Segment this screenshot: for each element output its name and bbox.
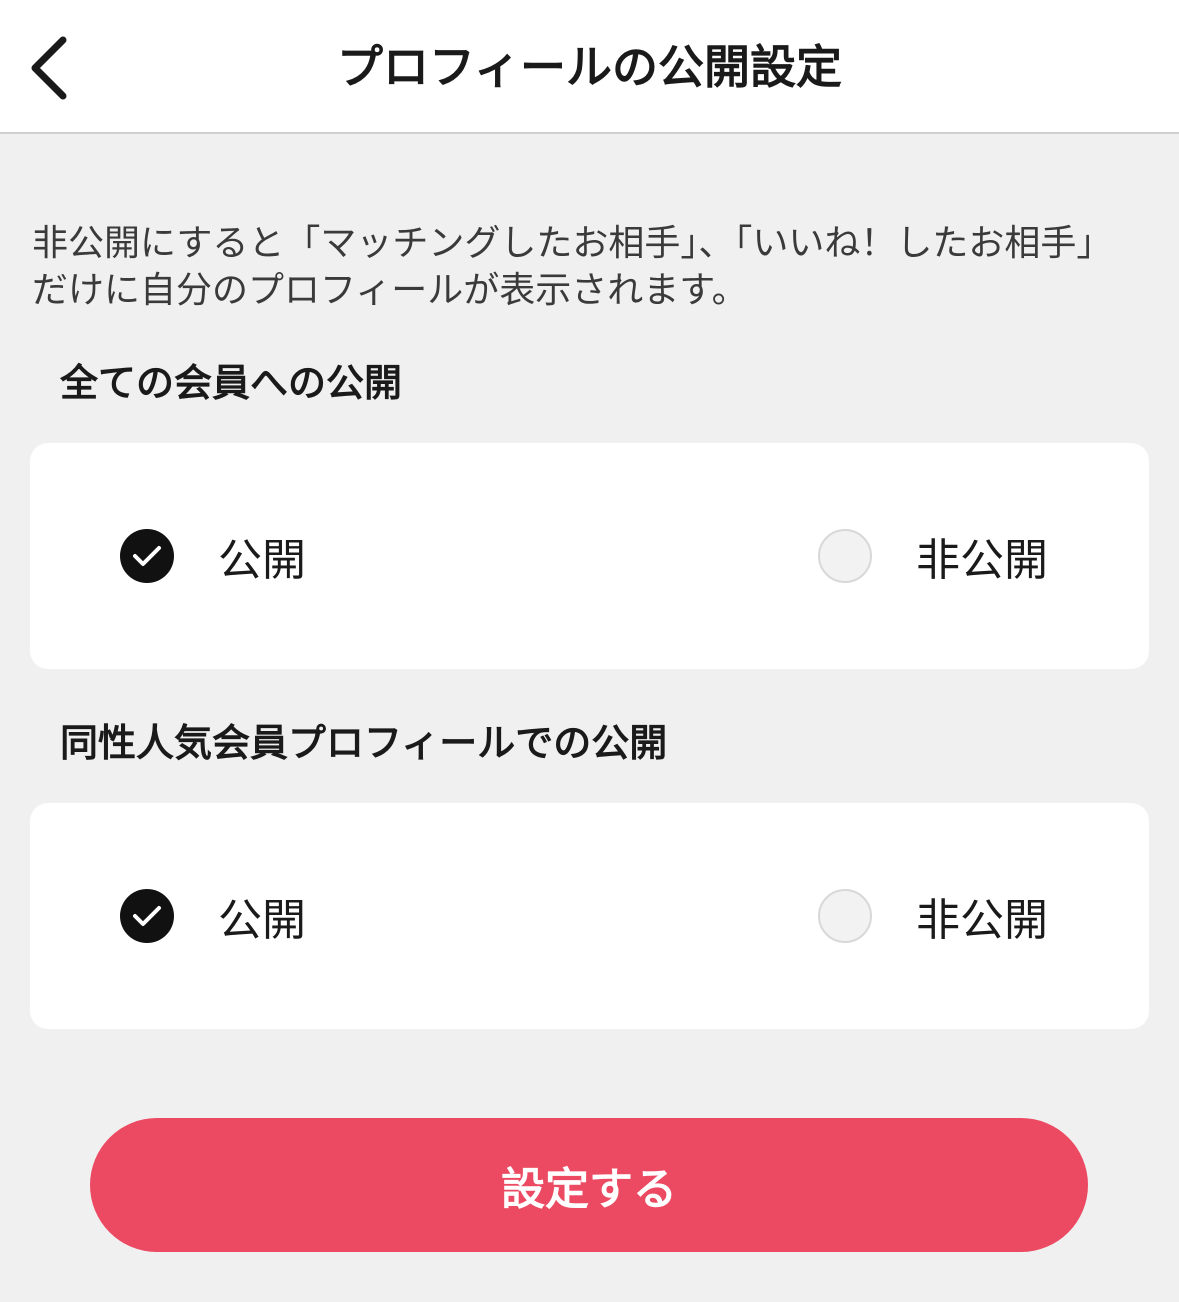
back-button[interactable] — [14, 28, 84, 108]
option-private-all-members[interactable]: 非公開 — [818, 443, 1048, 669]
check-icon — [133, 546, 161, 566]
option-label: 公開 — [218, 895, 306, 946]
radio-unchecked[interactable] — [818, 889, 872, 943]
radio-checked[interactable] — [120, 529, 174, 583]
option-label: 非公開 — [916, 535, 1048, 586]
chevron-left-icon — [31, 36, 67, 100]
radio-checked[interactable] — [120, 889, 174, 943]
page-title: プロフィールの公開設定 — [336, 40, 843, 94]
check-icon — [133, 906, 161, 926]
section-heading-popular-profiles: 同性人気会員プロフィールでの公開 — [60, 721, 668, 765]
section-heading-all-members: 全ての会員への公開 — [60, 361, 403, 405]
option-label: 非公開 — [916, 895, 1048, 946]
option-label: 公開 — [218, 535, 306, 586]
option-card-popular-profiles: 公開 非公開 — [30, 803, 1149, 1029]
option-private-popular-profiles[interactable]: 非公開 — [818, 803, 1048, 1029]
option-public-popular-profiles[interactable]: 公開 — [120, 803, 306, 1029]
radio-unchecked[interactable] — [818, 529, 872, 583]
submit-button[interactable]: 設定する — [90, 1118, 1088, 1252]
header-bar: プロフィールの公開設定 — [0, 0, 1179, 134]
option-card-all-members: 公開 非公開 — [30, 443, 1149, 669]
privacy-description: 非公開にすると「マッチングしたお相手」、「いいね！したお相手」だけに自分のプロフ… — [32, 223, 1113, 311]
option-public-all-members[interactable]: 公開 — [120, 443, 306, 669]
